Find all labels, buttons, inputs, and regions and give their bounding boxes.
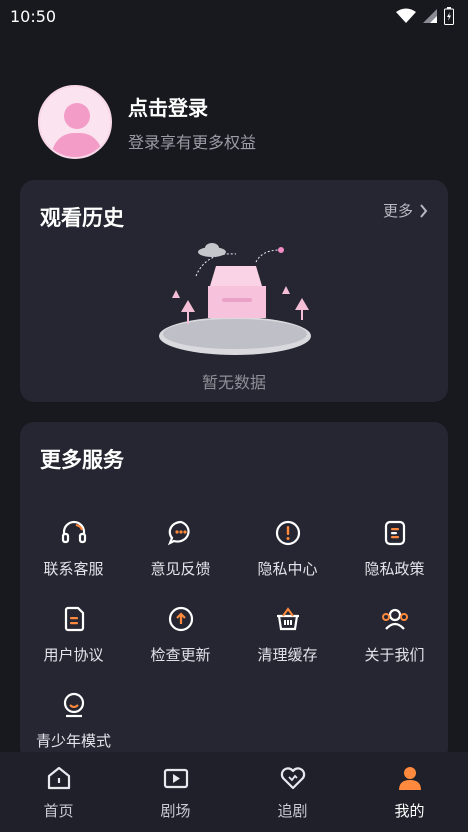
wifi-icon — [396, 8, 416, 23]
service-label: 清理缓存 — [257, 646, 318, 664]
service-about-us[interactable]: 关于我们 — [341, 604, 448, 670]
empty-state-text: 暂无数据 — [201, 373, 266, 392]
tab-label: 首页 — [43, 802, 74, 820]
privacy-alert-icon — [273, 518, 303, 548]
battery-icon — [444, 7, 454, 25]
service-feedback[interactable]: 意见反馈 — [127, 518, 234, 584]
service-clear-cache[interactable]: 清理缓存 — [234, 604, 341, 670]
login-title[interactable]: 点击登录 — [128, 92, 256, 121]
tab-theater[interactable]: 剧场 — [117, 752, 234, 832]
home-icon — [45, 764, 73, 792]
service-label: 意见反馈 — [150, 560, 211, 578]
service-label: 关于我们 — [364, 646, 425, 664]
service-label: 隐私政策 — [364, 560, 425, 578]
feedback-chat-icon — [166, 518, 196, 548]
watch-history-title: 观看历史 — [40, 206, 124, 230]
service-label: 隐私中心 — [257, 560, 318, 578]
services-grid: 联系客服 意见反馈 隐私中心 隐私政策 用户协议 检查更新 清理缓存 关于我们 … — [20, 518, 448, 756]
policy-document-icon — [380, 518, 410, 548]
update-arrow-icon — [166, 604, 196, 634]
more-services-card: 更多服务 联系客服 意见反馈 隐私中心 隐私政策 用户协议 检查更新 清理缓存 … — [20, 422, 448, 762]
service-teen-mode[interactable]: 青少年模式 — [20, 690, 127, 756]
empty-box-illustration — [159, 243, 311, 355]
chevron-right-icon — [420, 203, 428, 218]
signal-icon — [423, 9, 437, 23]
avatar[interactable] — [38, 85, 112, 159]
tab-label: 我的 — [394, 802, 425, 820]
status-time: 10:50 — [10, 6, 57, 26]
more-services-title: 更多服务 — [40, 448, 124, 472]
service-check-update[interactable]: 检查更新 — [127, 604, 234, 670]
service-privacy-policy[interactable]: 隐私政策 — [341, 518, 448, 584]
team-icon — [380, 604, 410, 634]
profile-icon — [396, 764, 424, 792]
theater-play-icon — [162, 764, 190, 792]
service-label: 用户协议 — [43, 646, 104, 664]
service-user-agreement[interactable]: 用户协议 — [20, 604, 127, 670]
watch-history-card: 观看历史 更多 暂无数据 — [20, 180, 448, 402]
teen-mode-icon — [59, 690, 89, 720]
agreement-document-icon — [59, 604, 89, 634]
service-contact-support[interactable]: 联系客服 — [20, 518, 127, 584]
tab-label: 剧场 — [160, 802, 191, 820]
status-bar: 10:50 — [0, 0, 468, 32]
headset-icon — [59, 518, 89, 548]
tab-label: 追剧 — [277, 802, 308, 820]
tab-home[interactable]: 首页 — [0, 752, 117, 832]
service-privacy-center[interactable]: 隐私中心 — [234, 518, 341, 584]
tab-mine[interactable]: 我的 — [351, 752, 468, 832]
history-more-link[interactable]: 更多 — [383, 200, 428, 221]
basket-icon — [273, 604, 303, 634]
heart-icon — [279, 764, 307, 792]
tab-follow[interactable]: 追剧 — [234, 752, 351, 832]
login-profile[interactable]: 点击登录 登录享有更多权益 — [38, 85, 256, 159]
service-label: 青少年模式 — [35, 732, 111, 750]
bottom-tab-bar: 首页 剧场 追剧 我的 — [0, 752, 468, 832]
login-subtitle: 登录享有更多权益 — [128, 132, 257, 152]
more-label: 更多 — [382, 202, 413, 220]
service-label: 检查更新 — [150, 646, 211, 664]
service-label: 联系客服 — [43, 560, 104, 578]
